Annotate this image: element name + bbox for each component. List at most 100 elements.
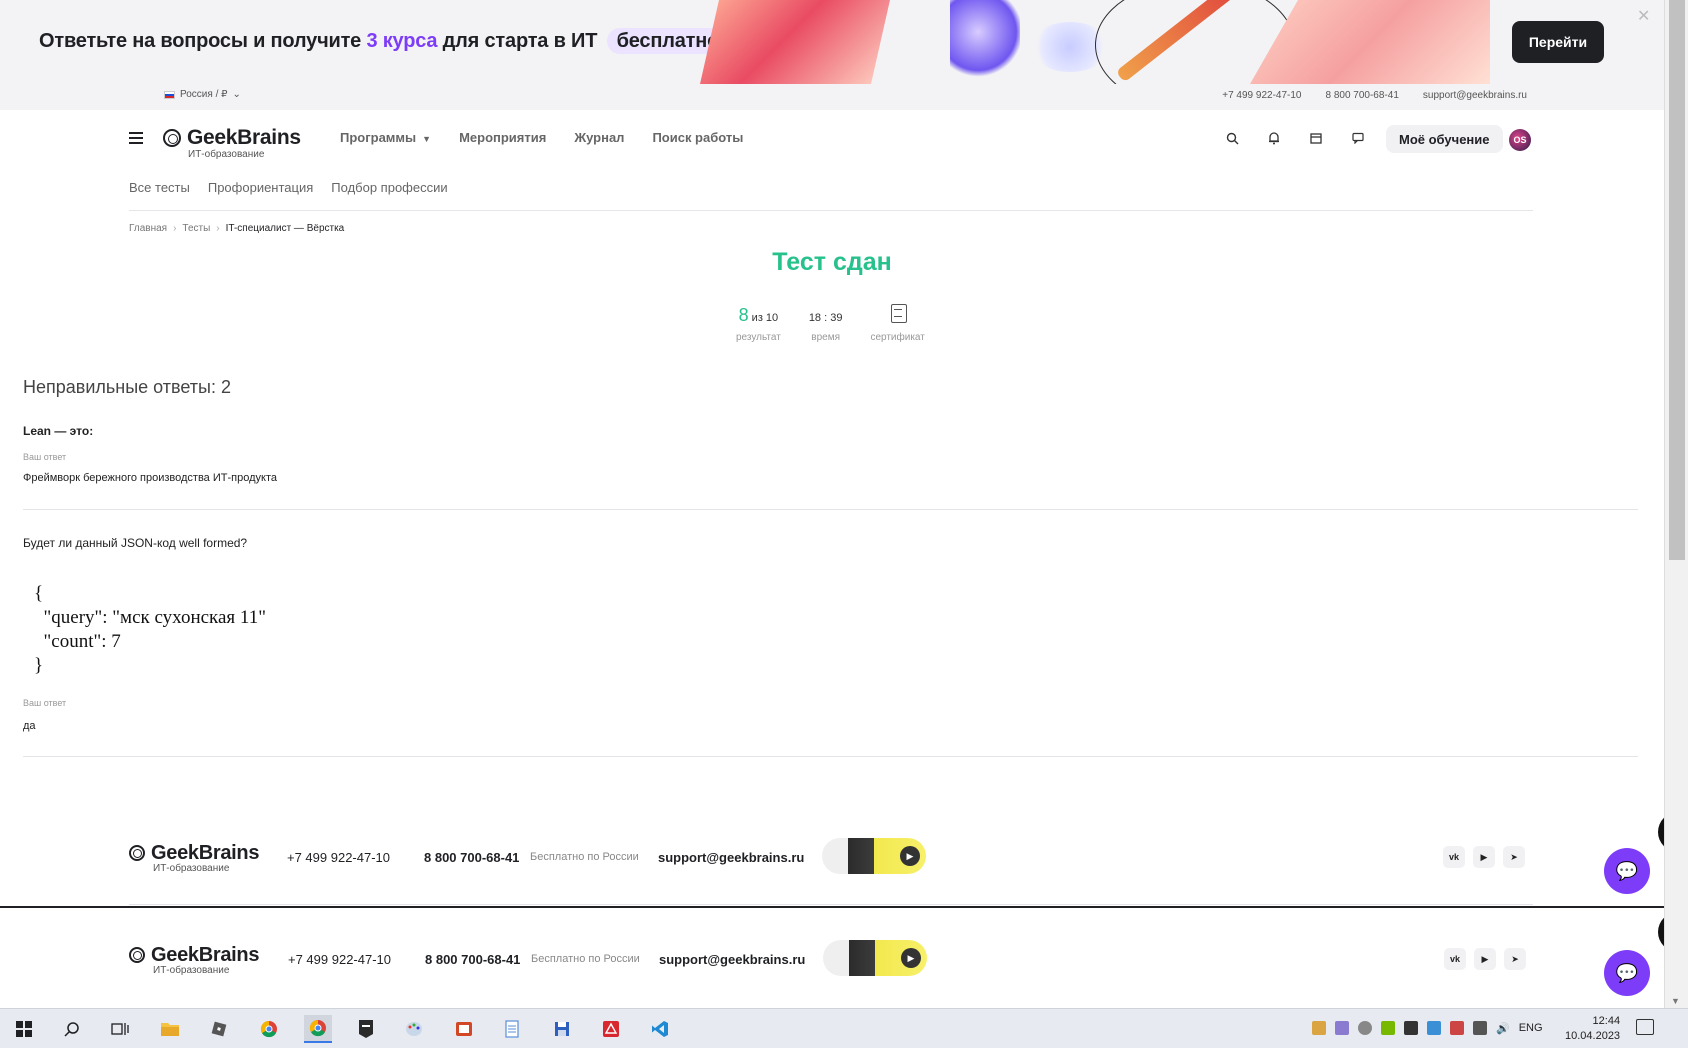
- footer-logo[interactable]: GeekBrains ИТ-образование: [129, 843, 259, 874]
- telegram-icon[interactable]: ➤: [1503, 846, 1525, 868]
- vk-icon[interactable]: vk: [1443, 846, 1465, 868]
- chrome-active-icon[interactable]: [304, 1015, 332, 1043]
- top-email[interactable]: support@geekbrains.ru: [1423, 90, 1527, 101]
- subnav-profession-picker[interactable]: Подбор профессии: [331, 180, 447, 195]
- footer-video-promo[interactable]: ▶: [823, 940, 927, 976]
- geekbrains-logo-icon: [129, 947, 145, 963]
- nav-item-programs[interactable]: Программы ▼: [340, 130, 431, 145]
- calendar-icon[interactable]: [1306, 128, 1326, 148]
- network-icon[interactable]: [1473, 1021, 1487, 1035]
- tray-app-icon[interactable]: [1335, 1021, 1349, 1035]
- region-selector[interactable]: Россия / ₽ ⌄: [164, 89, 241, 100]
- footer-divider: [129, 904, 1533, 905]
- footer-phone-1[interactable]: +7 499 922-47-10: [287, 850, 390, 865]
- score-label: результат: [736, 332, 781, 343]
- header-divider: [129, 210, 1533, 211]
- play-icon[interactable]: ▶: [901, 948, 921, 968]
- my-learning-button[interactable]: Моё обучение: [1386, 125, 1503, 153]
- stat-time: 18 : 39 время: [809, 300, 843, 343]
- file-explorer-icon[interactable]: [156, 1015, 184, 1043]
- roblox-icon[interactable]: [205, 1015, 233, 1043]
- chat-icon[interactable]: [1348, 128, 1368, 148]
- telegram-icon[interactable]: ➤: [1504, 948, 1526, 970]
- paint-icon[interactable]: [400, 1015, 428, 1043]
- language-indicator[interactable]: ENG: [1519, 1022, 1543, 1034]
- screenshot-seam: [0, 906, 1664, 908]
- task-view-icon[interactable]: [106, 1015, 134, 1043]
- system-tray: 🔊 ENG: [1312, 1021, 1543, 1035]
- geekbrains-logo-icon: [129, 845, 145, 861]
- footer-free-label: Бесплатно по России: [530, 851, 639, 863]
- stat-certificate[interactable]: сертификат: [870, 300, 925, 343]
- footer-logo[interactable]: GeekBrains ИТ-образование: [129, 945, 259, 976]
- subnav-career-guidance[interactable]: Профориентация: [208, 180, 313, 195]
- top-phone-1[interactable]: +7 499 922-47-10: [1222, 90, 1301, 101]
- chrome-icon[interactable]: [255, 1015, 283, 1043]
- epic-games-icon[interactable]: [352, 1015, 380, 1043]
- scroll-down-icon[interactable]: ▼: [1671, 996, 1680, 1006]
- logo[interactable]: GeekBrains ИТ-образование: [163, 127, 301, 160]
- tray-app-icon[interactable]: [1404, 1021, 1418, 1035]
- bell-icon[interactable]: [1264, 128, 1284, 148]
- footer-email[interactable]: support@geekbrains.ru: [658, 850, 804, 865]
- tray-app-icon[interactable]: [1427, 1021, 1441, 1035]
- footer-email[interactable]: support@geekbrains.ru: [659, 952, 805, 967]
- play-icon[interactable]: ▶: [900, 846, 920, 866]
- chevron-down-icon: ⌄: [232, 89, 241, 100]
- avatar[interactable]: OS: [1509, 129, 1531, 151]
- top-phone-2[interactable]: 8 800 700-68-41: [1325, 90, 1398, 101]
- breadcrumb: Главная › Тесты › IT-специалист — Вёрстк…: [129, 223, 345, 234]
- breadcrumb-tests[interactable]: Тесты: [182, 223, 210, 234]
- result-stats: 8 из 10 результат 18 : 39 время сертифика…: [736, 300, 925, 343]
- promo-accent: 3 курса: [366, 30, 438, 52]
- promo-banner[interactable]: Ответьте на вопросы и получите 3 курса д…: [0, 0, 1664, 84]
- youtube-icon[interactable]: ▶: [1474, 948, 1496, 970]
- footer-phone-2[interactable]: 8 800 700-68-41: [424, 850, 519, 865]
- clock-time: 12:44: [1592, 1015, 1621, 1027]
- certificate-icon[interactable]: [889, 304, 907, 324]
- subnav-all-tests[interactable]: Все тесты: [129, 180, 190, 195]
- clock-date: 10.04.2023: [1565, 1030, 1621, 1042]
- footer-video-promo[interactable]: ▶: [822, 838, 926, 874]
- nav-item-jobs[interactable]: Поиск работы: [652, 130, 743, 145]
- powerpoint-icon[interactable]: [450, 1015, 478, 1043]
- volume-icon[interactable]: 🔊: [1496, 1022, 1510, 1035]
- tray-app-icon[interactable]: [1312, 1021, 1326, 1035]
- breadcrumb-home[interactable]: Главная: [129, 223, 167, 234]
- time-value: 18 : 39: [808, 312, 843, 324]
- time-label: время: [811, 332, 840, 343]
- menu-icon[interactable]: [129, 132, 143, 144]
- score-of: из 10: [751, 312, 779, 324]
- search-icon[interactable]: [58, 1015, 86, 1043]
- youtube-icon[interactable]: ▶: [1473, 846, 1495, 868]
- chevron-down-icon: ▼: [422, 134, 432, 144]
- vscode-icon[interactable]: [646, 1015, 674, 1043]
- footer-phone-1[interactable]: +7 499 922-47-10: [288, 952, 391, 967]
- search-icon[interactable]: [1222, 128, 1242, 148]
- vk-icon[interactable]: vk: [1444, 948, 1466, 970]
- scrollbar-thumb[interactable]: [1669, 0, 1685, 560]
- promo-go-button[interactable]: Перейти: [1512, 21, 1604, 63]
- windows-start-icon[interactable]: [10, 1015, 38, 1043]
- nav-item-journal[interactable]: Журнал: [574, 130, 624, 145]
- footer-row: GeekBrains ИТ-образование +7 499 922-47-…: [0, 940, 1664, 984]
- page-scrollbar[interactable]: ▲ ▼: [1664, 0, 1688, 1008]
- nav-item-events[interactable]: Мероприятия: [459, 130, 546, 145]
- close-icon[interactable]: ✕: [1637, 6, 1650, 26]
- certificate-label: сертификат: [870, 332, 925, 343]
- nvidia-icon[interactable]: [1381, 1021, 1395, 1035]
- footer-row: GeekBrains ИТ-образование +7 499 922-47-…: [0, 838, 1664, 882]
- save-disk-icon[interactable]: [548, 1015, 576, 1043]
- footer-phone-2[interactable]: 8 800 700-68-41: [425, 952, 520, 967]
- tray-app-icon[interactable]: [1358, 1021, 1372, 1035]
- clock[interactable]: 12:44 10.04.2023: [1565, 1014, 1620, 1044]
- acrobat-icon[interactable]: [597, 1015, 625, 1043]
- chat-bubble-icon[interactable]: 💬: [1604, 950, 1650, 996]
- notepad-icon[interactable]: [498, 1015, 526, 1043]
- notifications-icon[interactable]: [1636, 1019, 1654, 1035]
- chat-bubble-icon[interactable]: 💬: [1604, 848, 1650, 894]
- question-divider: [23, 756, 1638, 757]
- security-icon[interactable]: [1450, 1021, 1464, 1035]
- wrong-answers-title: Неправильные ответы: 2: [23, 377, 231, 397]
- promo-illustration: [700, 0, 1550, 84]
